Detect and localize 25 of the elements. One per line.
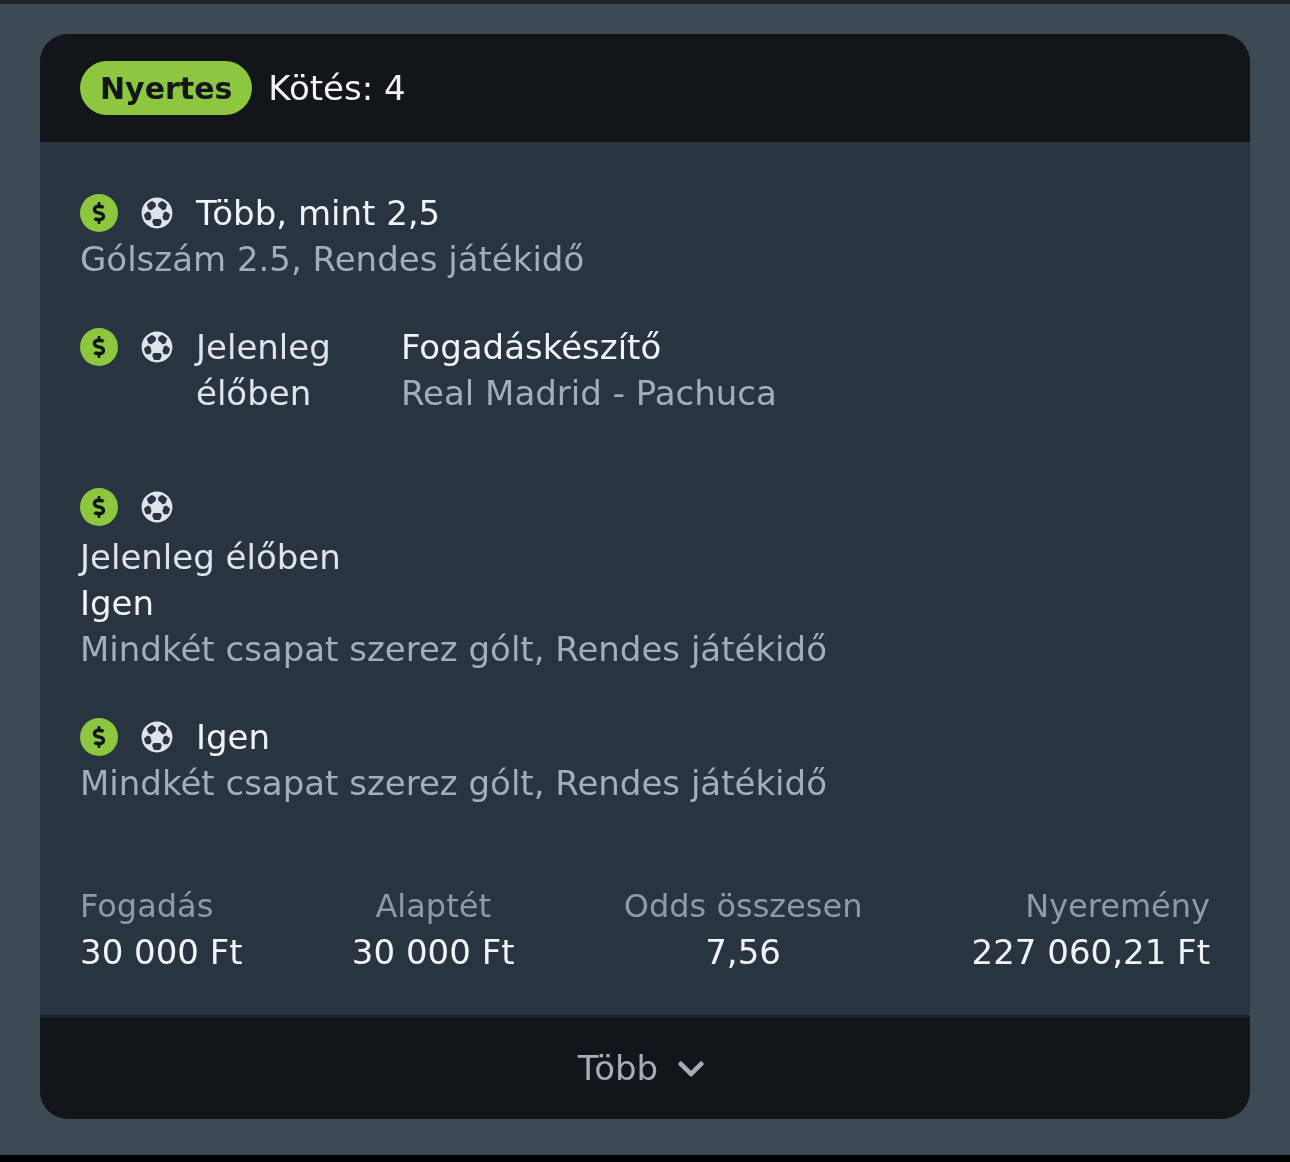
selection-title: Több, mint 2,5 — [196, 192, 441, 235]
live-status: Jelenleg élőben — [80, 536, 342, 579]
dollar-icon — [80, 194, 118, 232]
market-name: Mindkét csapat szerez gólt, Rendes játékidő — [80, 762, 828, 805]
dollar-icon — [80, 328, 118, 366]
stat-label: Fogadás — [80, 886, 214, 927]
selection-title: Igen — [80, 582, 156, 625]
stat-value: 30 000 Ft — [351, 931, 515, 974]
selection-title: Igen — [196, 716, 271, 759]
more-button[interactable]: Több — [577, 1043, 713, 1094]
stat-label: Odds összesen — [623, 886, 863, 927]
event-name: Real Madrid - Pachuca — [401, 372, 777, 415]
market-name: Gólszám 2.5, Rendes játékidő — [80, 238, 586, 281]
stat-value: 7,56 — [705, 931, 781, 974]
stat-value: 227 060,21 Ft — [971, 931, 1210, 974]
dollar-icon — [80, 718, 118, 756]
dollar-icon — [80, 488, 118, 526]
stat-label: Alaptét — [375, 886, 491, 927]
live-status: Jelenleg élőben — [196, 326, 332, 415]
market-name: Mindkét csapat szerez gólt, Rendes játékidő — [80, 628, 828, 671]
status-badge: Nyertes — [80, 61, 253, 115]
bet-count: Kötés: 4 — [268, 66, 406, 110]
stat-value: 30 000 Ft — [80, 931, 243, 974]
stat-label: Nyeremény — [1025, 886, 1210, 927]
selection-title: Fogadáskészítő — [401, 326, 663, 369]
